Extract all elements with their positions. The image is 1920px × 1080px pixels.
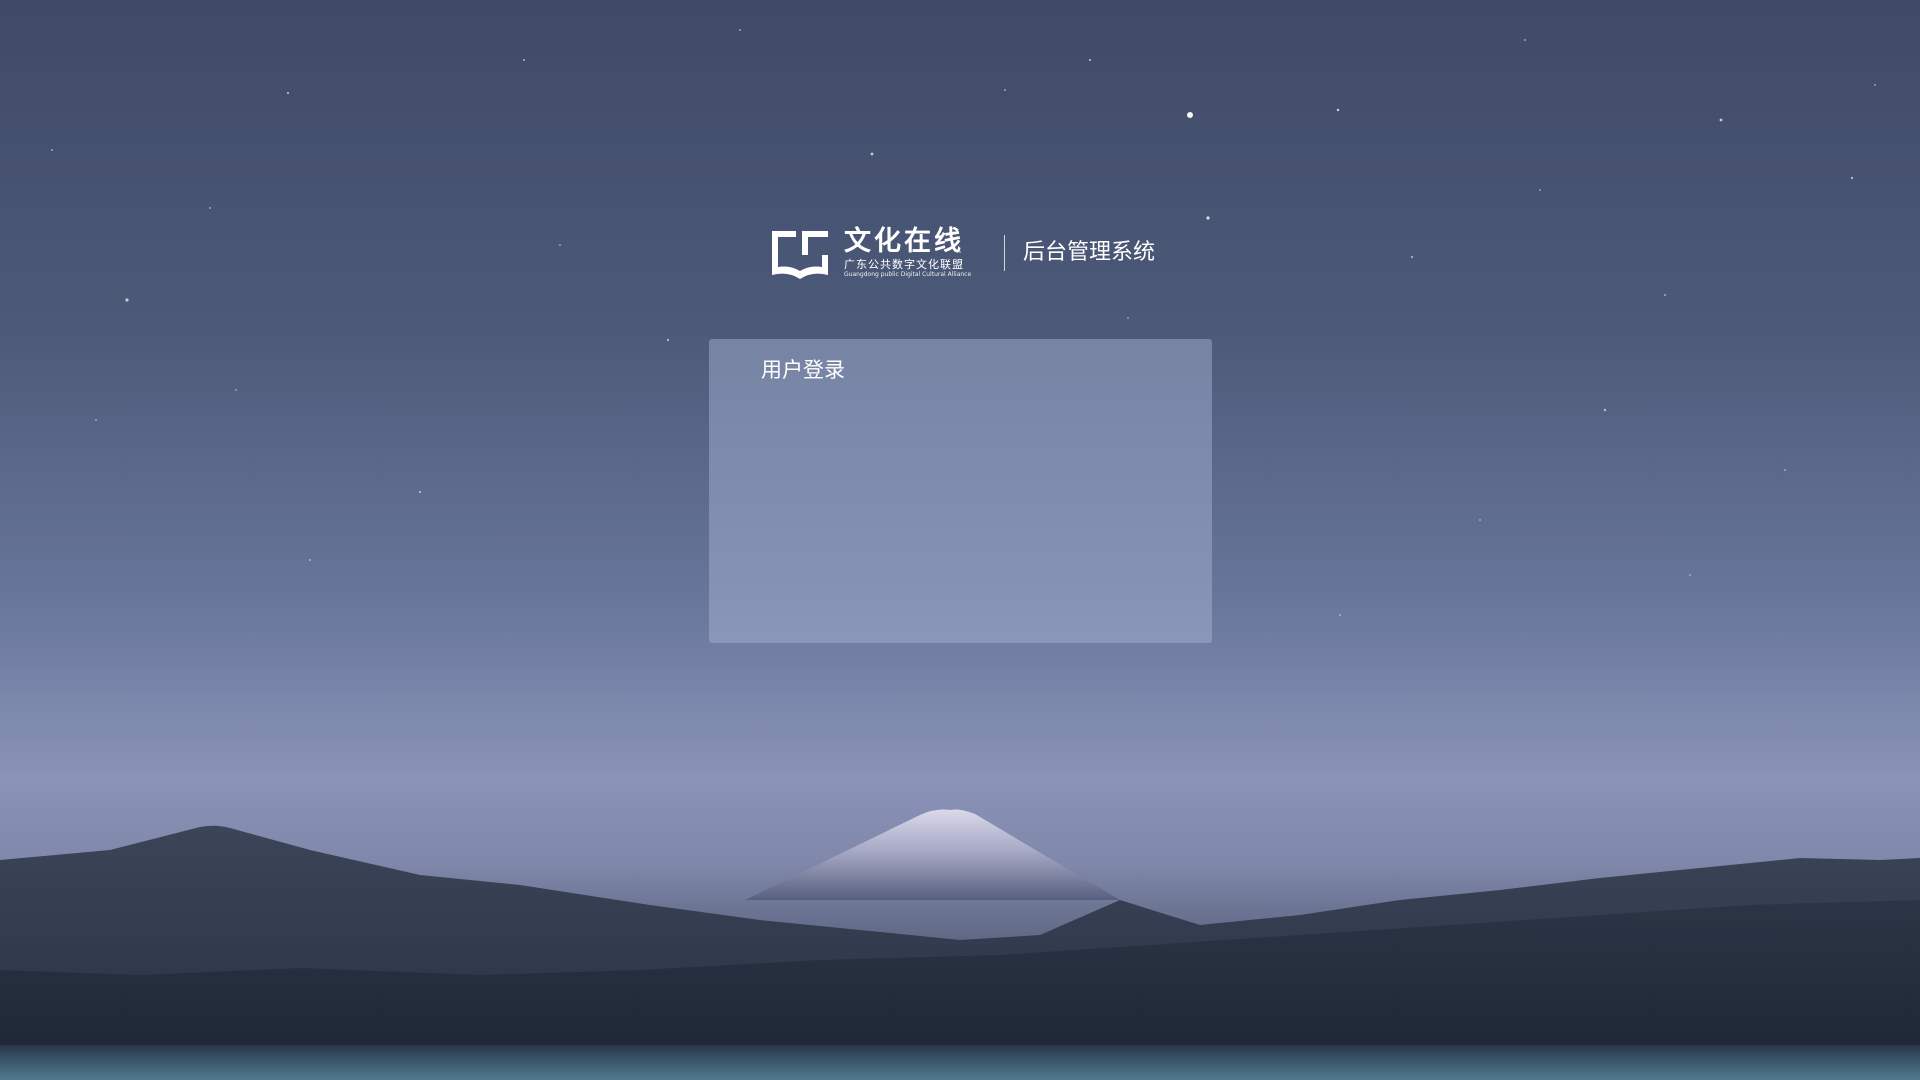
book-gc-logo-icon xyxy=(772,231,828,279)
logo-title: 文化在线 xyxy=(844,225,964,257)
brand-divider xyxy=(1004,235,1005,271)
login-title: 用户登录 xyxy=(761,358,845,382)
logo-subtitle: 广东公共数字文化联盟 xyxy=(844,257,964,271)
logo-text-block: 文化在线 广东公共数字文化联盟 Guangdong public Digital… xyxy=(844,225,984,279)
system-name: 后台管理系统 xyxy=(1023,240,1156,265)
login-card: 用户登录 xyxy=(709,339,1212,643)
logo-english-name: Guangdong public Digital Cultural Allian… xyxy=(844,270,972,278)
brand-header: 文化在线 广东公共数字文化联盟 Guangdong public Digital… xyxy=(766,223,1156,283)
